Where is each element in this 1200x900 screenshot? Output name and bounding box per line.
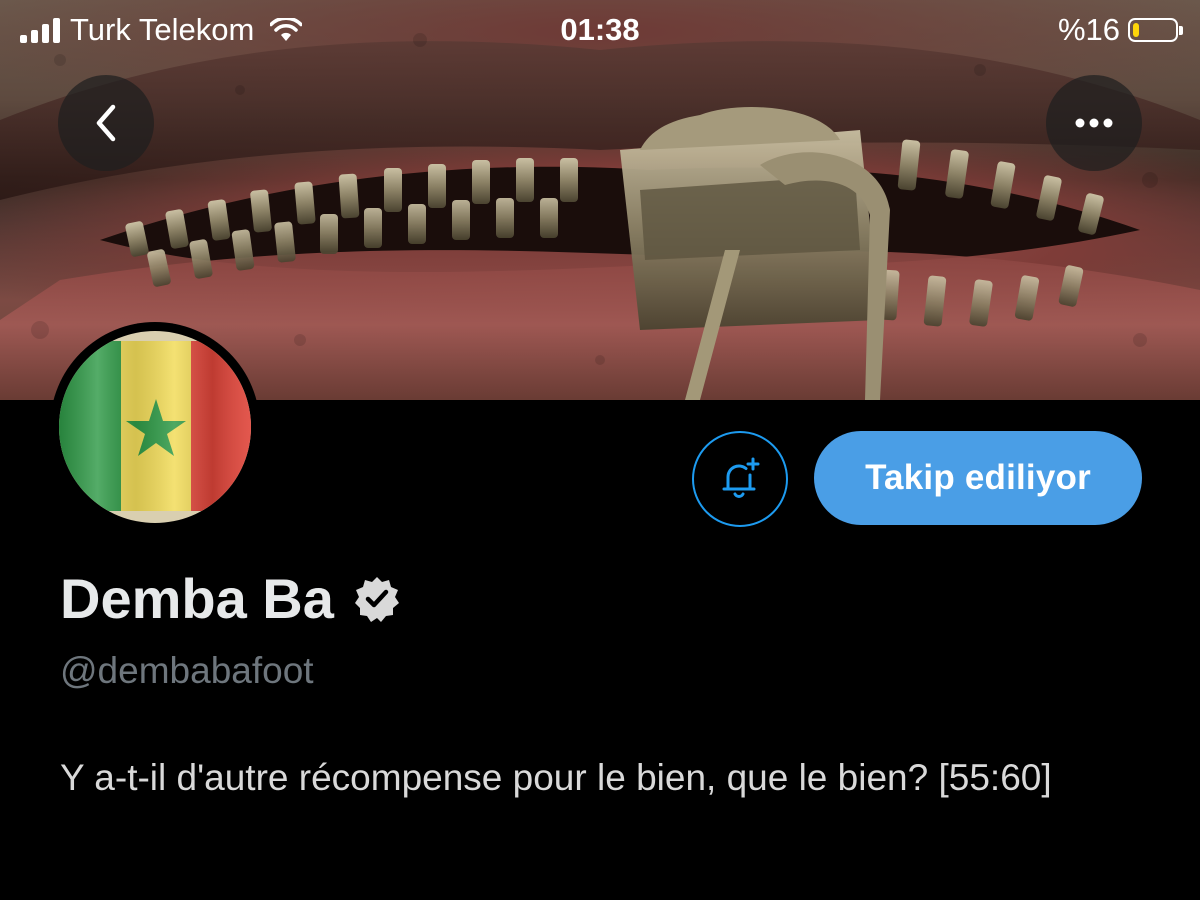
back-button[interactable] bbox=[58, 75, 154, 171]
username-handle: @dembabafoot bbox=[60, 650, 314, 691]
more-options-button[interactable] bbox=[1046, 75, 1142, 171]
display-name: Demba Ba bbox=[60, 567, 334, 630]
senegal-flag-image bbox=[59, 331, 251, 523]
verified-badge-icon bbox=[352, 574, 402, 624]
notifications-button[interactable] bbox=[692, 431, 788, 527]
battery-icon bbox=[1128, 18, 1183, 42]
bell-plus-icon bbox=[716, 455, 764, 503]
battery-percent: %16 bbox=[1057, 12, 1120, 47]
status-right: %16 bbox=[1057, 12, 1183, 48]
display-name-row: Demba Ba bbox=[60, 566, 402, 631]
status-bar: Turk Telekom 01:38 %16 bbox=[0, 0, 1200, 64]
profile-avatar[interactable] bbox=[50, 322, 260, 532]
battery-level-fill bbox=[1133, 23, 1139, 37]
chevron-left-icon bbox=[91, 103, 121, 143]
following-button[interactable]: Takip ediliyor bbox=[814, 431, 1142, 525]
more-horizontal-icon bbox=[1074, 117, 1114, 129]
status-time: 01:38 bbox=[560, 12, 640, 47]
profile-bio: Y a-t-il d'autre récompense pour le bien… bbox=[60, 757, 1052, 798]
